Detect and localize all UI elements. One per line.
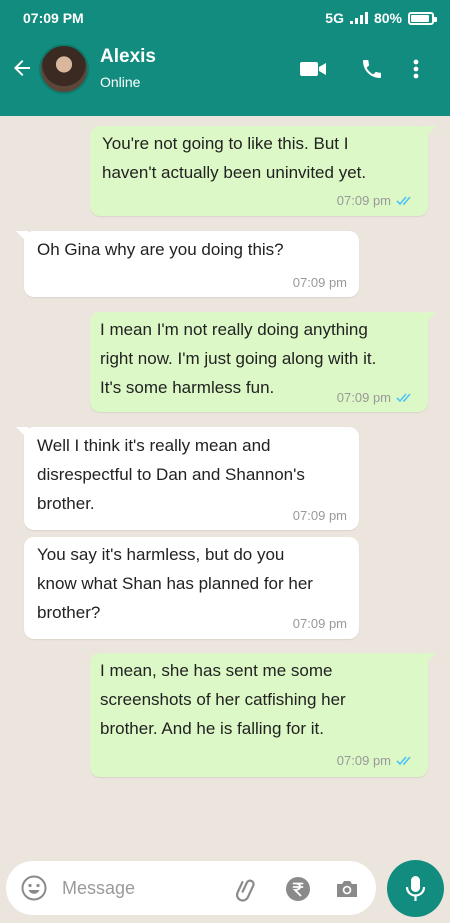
message-input[interactable] <box>62 875 222 901</box>
message-time: 07:09 pm <box>336 193 391 208</box>
battery-percent: 80% <box>373 10 402 26</box>
message-time: 07:09 pm <box>292 275 347 290</box>
message-time: 07:09 pm <box>336 390 391 405</box>
emoji-icon[interactable] <box>20 874 48 902</box>
message-meta: 07:09 pm <box>337 753 414 768</box>
message-line: Oh Gina why are you doing this? <box>37 240 284 259</box>
video-call-icon[interactable] <box>299 57 327 81</box>
message-incoming[interactable]: Well I think it's really mean and disres… <box>16 427 359 530</box>
message-meta: 07:09 pm <box>337 390 414 405</box>
message-line: It's some harmless fun. <box>100 378 275 397</box>
message-time: 07:09 pm <box>292 616 347 631</box>
message-line: I mean I'm not really doing anything <box>100 320 368 339</box>
read-ticks-icon <box>396 195 411 205</box>
message-text: You're not going to like this. But I hav… <box>102 129 366 187</box>
attach-icon[interactable] <box>234 876 260 902</box>
app-header-bar: 07:09 PM 5G 80% Alexis Online <box>0 0 450 116</box>
network-type: 5G <box>325 10 344 26</box>
camera-icon[interactable] <box>334 876 360 902</box>
contact-status: Online <box>100 74 141 90</box>
message-text: I mean, she has sent me some screenshots… <box>100 656 346 743</box>
message-outgoing[interactable]: You're not going to like this. But I hav… <box>90 126 436 216</box>
bubble-tail <box>424 312 436 324</box>
rupee-payment-icon[interactable] <box>285 876 311 902</box>
message-text: Well I think it's really mean and disres… <box>37 431 305 518</box>
read-ticks-icon <box>396 392 411 402</box>
message-line: brother. <box>37 494 95 513</box>
message-line: brother? <box>37 603 101 622</box>
message-line: I mean, she has sent me some <box>100 661 333 680</box>
message-text: I mean I'm not really doing anything rig… <box>100 315 376 402</box>
message-line: know what Shan has planned for her <box>37 574 313 593</box>
message-meta: 07:09 pm <box>293 616 347 631</box>
avatar[interactable] <box>39 44 89 94</box>
bubble-tail <box>424 126 436 138</box>
message-incoming[interactable]: Oh Gina why are you doing this? 07:09 pm <box>16 231 359 297</box>
phone-call-icon[interactable] <box>358 57 386 81</box>
more-options-icon[interactable] <box>410 57 422 81</box>
message-time: 07:09 pm <box>336 753 391 768</box>
message-compose-bar <box>6 861 376 915</box>
message-line: screenshots of her catfishing her <box>100 690 346 709</box>
message-outgoing[interactable]: I mean I'm not really doing anything rig… <box>90 312 436 412</box>
contact-name[interactable]: Alexis <box>100 46 156 68</box>
battery-icon <box>408 11 437 25</box>
message-line: You're not going to like this. But I <box>102 134 349 153</box>
message-meta: 07:09 pm <box>293 508 347 523</box>
message-text: You say it's harmless, but do you know w… <box>37 540 313 627</box>
signal-icon <box>349 12 368 24</box>
chat-header: Alexis Online <box>0 36 450 116</box>
message-meta: 07:09 pm <box>337 193 414 208</box>
message-text: Oh Gina why are you doing this? <box>37 235 284 264</box>
bubble-tail <box>16 427 28 439</box>
mic-icon <box>405 876 426 901</box>
message-line: Well I think it's really mean and <box>37 436 271 455</box>
status-time: 07:09 PM <box>23 10 84 26</box>
mic-button[interactable] <box>387 860 444 917</box>
message-line: right now. I'm just going along with it. <box>100 349 377 368</box>
message-time: 07:09 pm <box>292 508 347 523</box>
bubble-tail <box>424 653 436 665</box>
message-line: brother. And he is falling for it. <box>100 719 324 738</box>
message-line: disrespectful to Dan and Shannon's <box>37 465 305 484</box>
message-line: You say it's harmless, but do you <box>37 545 285 564</box>
back-arrow-icon[interactable] <box>10 56 34 80</box>
message-meta: 07:09 pm <box>293 275 347 290</box>
message-outgoing[interactable]: I mean, she has sent me some screenshots… <box>90 653 436 777</box>
read-ticks-icon <box>396 755 411 765</box>
status-indicators: 5G 80% <box>325 10 437 26</box>
message-line: haven't actually been uninvited yet. <box>102 163 367 182</box>
message-incoming[interactable]: You say it's harmless, but do you know w… <box>24 537 359 639</box>
status-bar: 07:09 PM 5G 80% <box>0 0 450 36</box>
bubble-tail <box>16 231 28 243</box>
